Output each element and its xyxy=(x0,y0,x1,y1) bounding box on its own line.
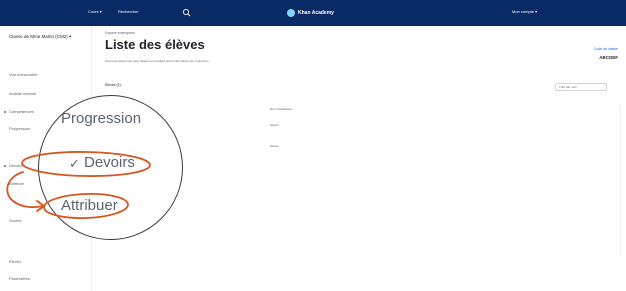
page-subtitle: Gérez les élèves de votre classe et cons… xyxy=(105,59,210,63)
user-menu[interactable]: Mon compte ▾ xyxy=(512,9,537,14)
table-cell-username: élève1 xyxy=(270,123,279,127)
bullet-icon xyxy=(4,165,6,167)
sidebar-item-assignments[interactable]: Devoirs xyxy=(9,163,23,168)
search-link[interactable]: Rechercher xyxy=(118,9,139,14)
class-code: ABCDEF xyxy=(599,55,618,60)
brand-logo[interactable]: Khan Academy xyxy=(287,7,334,18)
sidebar-item-progress[interactable]: Progression xyxy=(9,126,30,131)
sort-select-value: Trier par nom xyxy=(559,85,577,89)
breadcrumb[interactable]: Espace enseignant xyxy=(105,31,135,35)
sidebar-item-settings[interactable]: Paramètres xyxy=(9,276,30,281)
search-icon[interactable] xyxy=(181,7,192,18)
user-menu-label: Mon compte xyxy=(512,9,535,14)
sort-select[interactable]: Trier par nom xyxy=(555,83,607,91)
sidebar-item-skills[interactable]: Compétences xyxy=(9,109,34,114)
checkmark-icon: ✓ xyxy=(69,156,80,171)
sidebar-item-students[interactable]: Élèves xyxy=(9,259,21,264)
top-navigation-bar: Cours ▾ Rechercher Khan Academy Mon comp… xyxy=(0,0,626,26)
sidebar-item-recent-activity[interactable]: Activité récente xyxy=(9,91,36,96)
magnified-assign-label[interactable]: Attribuer xyxy=(61,197,118,214)
page-title: Liste des élèves xyxy=(105,37,205,52)
column-header-username[interactable]: Nom d'utilisateur xyxy=(270,107,292,111)
sidebar-item-scores[interactable]: Scores xyxy=(9,218,21,223)
table-cell-username: élève2 xyxy=(270,144,279,148)
chevron-down-icon: ▾ xyxy=(535,9,538,14)
magnifier-callout: Progression ✓ Devoirs Attribuer xyxy=(38,95,183,240)
courses-menu-label: Cours xyxy=(88,9,99,14)
brand-name: Khan Academy xyxy=(298,9,334,16)
courses-menu[interactable]: Cours ▾ xyxy=(88,9,102,14)
magnified-progression-label: Progression xyxy=(61,110,142,127)
students-count-label: Élèves (2) xyxy=(105,83,121,87)
scrollbar[interactable] xyxy=(620,106,624,256)
sidebar-item-assign[interactable]: Attribuer xyxy=(9,181,24,186)
chevron-down-icon: ▾ xyxy=(99,9,102,14)
bullet-icon xyxy=(4,111,6,113)
sidebar-item-overview[interactable]: Vue d'ensemble xyxy=(9,72,37,77)
magnified-assignments-label[interactable]: Devoirs xyxy=(84,154,135,171)
class-selector[interactable]: Classe de Mme Martin (CM2) ▾ xyxy=(9,34,79,40)
class-code-label[interactable]: Code de classe xyxy=(594,47,618,51)
khan-leaf-icon xyxy=(287,8,295,17)
